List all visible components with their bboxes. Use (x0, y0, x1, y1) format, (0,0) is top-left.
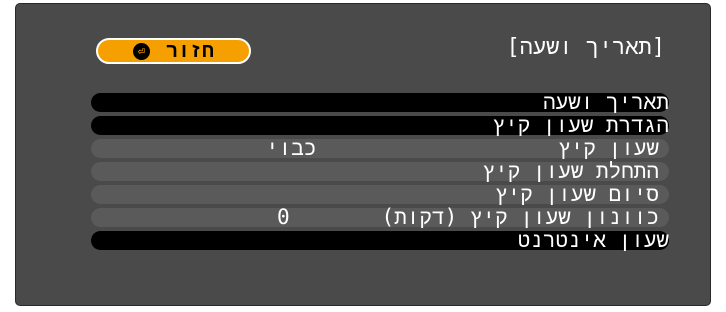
menu-item-dst-adjust-minutes[interactable]: כוונון שעון קיץ (דקות) 0 (91, 205, 669, 229)
menu-item-label: שעון קיץ (558, 136, 659, 160)
menu-item-value: כבוי (266, 136, 317, 160)
back-button[interactable]: חזור ⏎ (96, 38, 251, 64)
page-title: [תאריך ושעה] (506, 35, 665, 60)
menu-item-label: שעון אינטרנט (517, 228, 669, 252)
menu-item-label: סיום שעון קיץ (495, 182, 659, 206)
menu-item-date-time[interactable]: תאריך ושעה (91, 90, 669, 114)
menu-item-label: כוונון שעון קיץ (דקות) (381, 205, 659, 229)
menu-item-label: הגדרת שעון קיץ (492, 113, 669, 137)
back-button-label: חזור (166, 38, 215, 62)
menu-item-internet-time[interactable]: שעון אינטרנט (91, 228, 669, 252)
menu-item-dst[interactable]: שעון קיץ כבוי (91, 136, 669, 160)
menu-item-label: תאריך ושעה (542, 90, 669, 114)
menu-item-label: התחלת שעון קיץ (482, 159, 659, 183)
menu-item-dst-end[interactable]: סיום שעון קיץ (91, 182, 669, 206)
back-arrow-icon: ⏎ (133, 42, 150, 60)
menu-item-value: 0 (277, 205, 290, 229)
menu-header: חזור ⏎ [תאריך ושעה] (16, 4, 712, 92)
settings-screen: חזור ⏎ [תאריך ושעה] תאריך ושעה הגדרת שעו… (15, 3, 711, 306)
menu-item-dst-setting[interactable]: הגדרת שעון קיץ (91, 113, 669, 137)
menu-item-dst-start[interactable]: התחלת שעון קיץ (91, 159, 669, 183)
settings-menu: תאריך ושעה הגדרת שעון קיץ שעון קיץ כבוי … (91, 90, 669, 254)
